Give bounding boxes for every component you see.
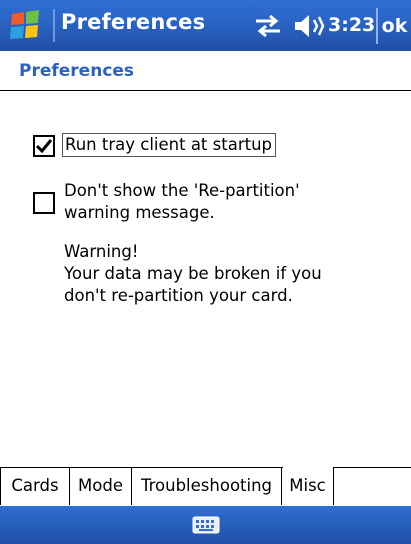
windows-start-icon[interactable] — [8, 10, 50, 42]
page-title: Preferences — [19, 61, 135, 81]
warning-text: Warning! Your data may be broken if you … — [64, 241, 364, 307]
repartition-warning-checkbox[interactable] — [33, 192, 55, 214]
warning-heading: Warning! — [64, 242, 139, 261]
ok-button[interactable]: ok — [376, 8, 411, 44]
tab-cards[interactable]: Cards — [0, 467, 70, 505]
warning-body: Your data may be broken if you don't re-… — [64, 264, 322, 305]
tab-misc[interactable]: Misc — [282, 467, 334, 505]
speaker-icon[interactable] — [292, 12, 326, 40]
window-title: Preferences — [61, 10, 206, 34]
header-divider — [0, 90, 411, 91]
keyboard-icon[interactable] — [192, 516, 220, 534]
run-tray-label[interactable]: Run tray client at startup — [62, 133, 277, 157]
checkmark-icon — [35, 139, 53, 154]
connectivity-icon[interactable] — [250, 13, 286, 39]
bottom-bar — [0, 506, 411, 544]
tab-troubleshooting[interactable]: Troubleshooting — [132, 467, 282, 505]
tab-strip-rule-left — [0, 467, 283, 468]
clock[interactable]: 3:23 — [328, 14, 375, 36]
tab-strip: Cards Mode Troubleshooting Misc — [0, 467, 411, 506]
run-tray-checkbox[interactable] — [33, 135, 55, 157]
repartition-warning-label[interactable]: Don't show the 'Re-partition' warning me… — [64, 180, 364, 224]
title-bar: Preferences 3:23 ok — [0, 0, 411, 51]
tab-mode[interactable]: Mode — [70, 467, 132, 505]
tab-strip-rule — [334, 467, 411, 468]
title-separator — [53, 9, 55, 42]
